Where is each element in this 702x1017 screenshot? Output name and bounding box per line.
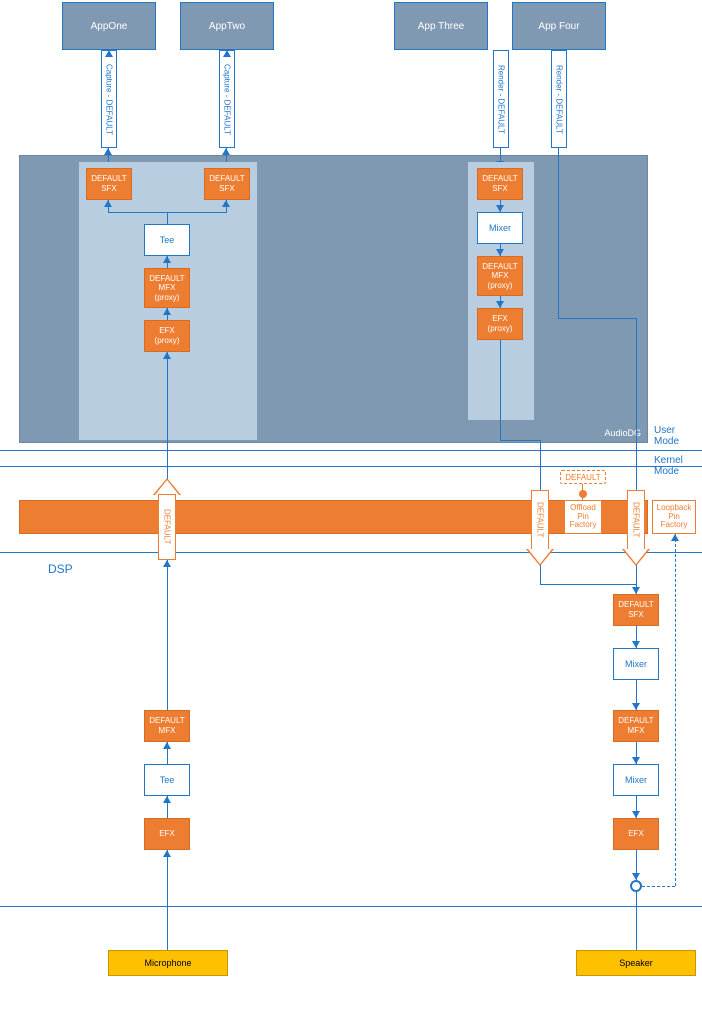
arrow-icon: [671, 534, 679, 541]
arrow-icon: [496, 301, 504, 308]
app-label: AppTwo: [209, 21, 245, 32]
arrow-icon: [632, 641, 640, 648]
capture-mfx: DEFAULT MFX (proxy): [144, 268, 190, 308]
dsp-render-sfx: DEFAULT SFX: [613, 594, 659, 626]
app-three-box: App Three: [394, 2, 488, 50]
arrow-icon: [632, 873, 640, 880]
hollow-arrow-down-head: [528, 549, 552, 564]
offload-pin-factory: Offload Pin Factory: [564, 500, 602, 534]
dsp-render-mfx: DEFAULT MFX: [613, 710, 659, 742]
render-mixer: Mixer: [477, 212, 523, 244]
line: [167, 560, 168, 710]
arrow-icon: [632, 811, 640, 818]
capture-sfx-2: DEFAULT SFX: [204, 168, 250, 200]
arrow-icon: [222, 148, 230, 155]
render-efx: EFX (proxy): [477, 308, 523, 340]
dsp-capture-tee: Tee: [144, 764, 190, 796]
arrow-icon: [163, 352, 171, 359]
dashed-line: [675, 534, 676, 886]
separator-kernel: [0, 466, 702, 467]
dsp-render-mixer2: Mixer: [613, 764, 659, 796]
dsp-render-efx: EFX: [613, 818, 659, 850]
dsp-separator: [0, 552, 702, 553]
user-mode-label: User Mode: [654, 425, 679, 447]
connector-capture-2: Capture - DEFAULT: [219, 50, 235, 148]
arrow-icon: [632, 757, 640, 764]
dsp-render-mixer1: Mixer: [613, 648, 659, 680]
app-one-box: AppOne: [62, 2, 156, 50]
line: [500, 340, 501, 440]
arrow-icon: [222, 200, 230, 207]
capture-efx: EFX (proxy): [144, 320, 190, 352]
line: [558, 318, 636, 319]
hollow-arrow-up: DEFAULT: [158, 494, 176, 560]
speaker-device: Speaker: [576, 950, 696, 976]
line: [167, 850, 168, 950]
separator-user: [0, 450, 702, 451]
loopback-node-icon: [630, 880, 642, 892]
app-label: App Four: [538, 21, 579, 32]
arrow-icon: [632, 587, 640, 594]
capture-tee: Tee: [144, 224, 190, 256]
hollow-arrow-up-head: [155, 480, 179, 495]
hollow-arrow-label: DEFAULT: [163, 509, 172, 544]
connector-text: Capture - DEFAULT: [223, 64, 232, 135]
loopback-pin-factory: Loopback Pin Factory: [652, 500, 696, 534]
capture-sfx-1: DEFAULT SFX: [86, 168, 132, 200]
kernel-bar: [19, 500, 648, 534]
kernel-mode-label: Kernel Mode: [654, 455, 683, 477]
app-four-box: App Four: [512, 2, 606, 50]
hollow-arrow-label: DEFAULT: [632, 502, 641, 537]
arrow-icon: [105, 50, 113, 57]
line: [540, 584, 636, 585]
line: [636, 318, 637, 490]
arrow-icon: [163, 796, 171, 803]
arrow-icon: [632, 703, 640, 710]
app-label: App Three: [418, 21, 465, 32]
line: [167, 212, 168, 224]
render-mfx: DEFAULT MFX (proxy): [477, 256, 523, 296]
hollow-arrow-label: DEFAULT: [536, 502, 545, 537]
arrow-icon: [496, 205, 504, 212]
arrow-icon: [496, 249, 504, 256]
connector-text: Render - DEFAULT: [555, 65, 564, 134]
render-sfx: DEFAULT SFX: [477, 168, 523, 200]
microphone-device: Microphone: [108, 950, 228, 976]
arrow-icon: [163, 742, 171, 749]
hollow-arrow-down-1: DEFAULT: [531, 490, 549, 550]
line: [540, 440, 541, 490]
dsp-label: DSP: [48, 562, 73, 576]
hollow-arrow-down-2: DEFAULT: [627, 490, 645, 550]
line: [636, 892, 637, 950]
arrow-icon: [163, 560, 171, 567]
hollow-arrow-down-head: [624, 549, 648, 564]
bottom-separator: [0, 906, 702, 907]
line: [558, 148, 559, 318]
connector-text: Capture - DEFAULT: [105, 64, 114, 135]
connector-text: Render - DEFAULT: [497, 65, 506, 134]
connector-render-2: Render - DEFAULT: [551, 50, 567, 148]
line: [500, 440, 540, 441]
connector-render-1: Render - DEFAULT: [493, 50, 509, 148]
connector-capture-1: Capture - DEFAULT: [101, 50, 117, 148]
app-label: AppOne: [91, 21, 128, 32]
dsp-capture-efx: EFX: [144, 818, 190, 850]
arrow-icon: [223, 50, 231, 57]
line: [582, 484, 583, 500]
arrow-icon: [163, 308, 171, 315]
default-dot-icon: [579, 490, 587, 498]
dsp-capture-mfx: DEFAULT MFX: [144, 710, 190, 742]
dashed-line: [642, 886, 675, 887]
arrow-icon: [163, 850, 171, 857]
arrow-icon: [163, 256, 171, 263]
arrow-icon: [104, 200, 112, 207]
line: [167, 352, 168, 480]
arrow-icon: [104, 148, 112, 155]
line: [540, 564, 541, 584]
default-badge: DEFAULT: [560, 470, 606, 484]
app-two-box: AppTwo: [180, 2, 274, 50]
